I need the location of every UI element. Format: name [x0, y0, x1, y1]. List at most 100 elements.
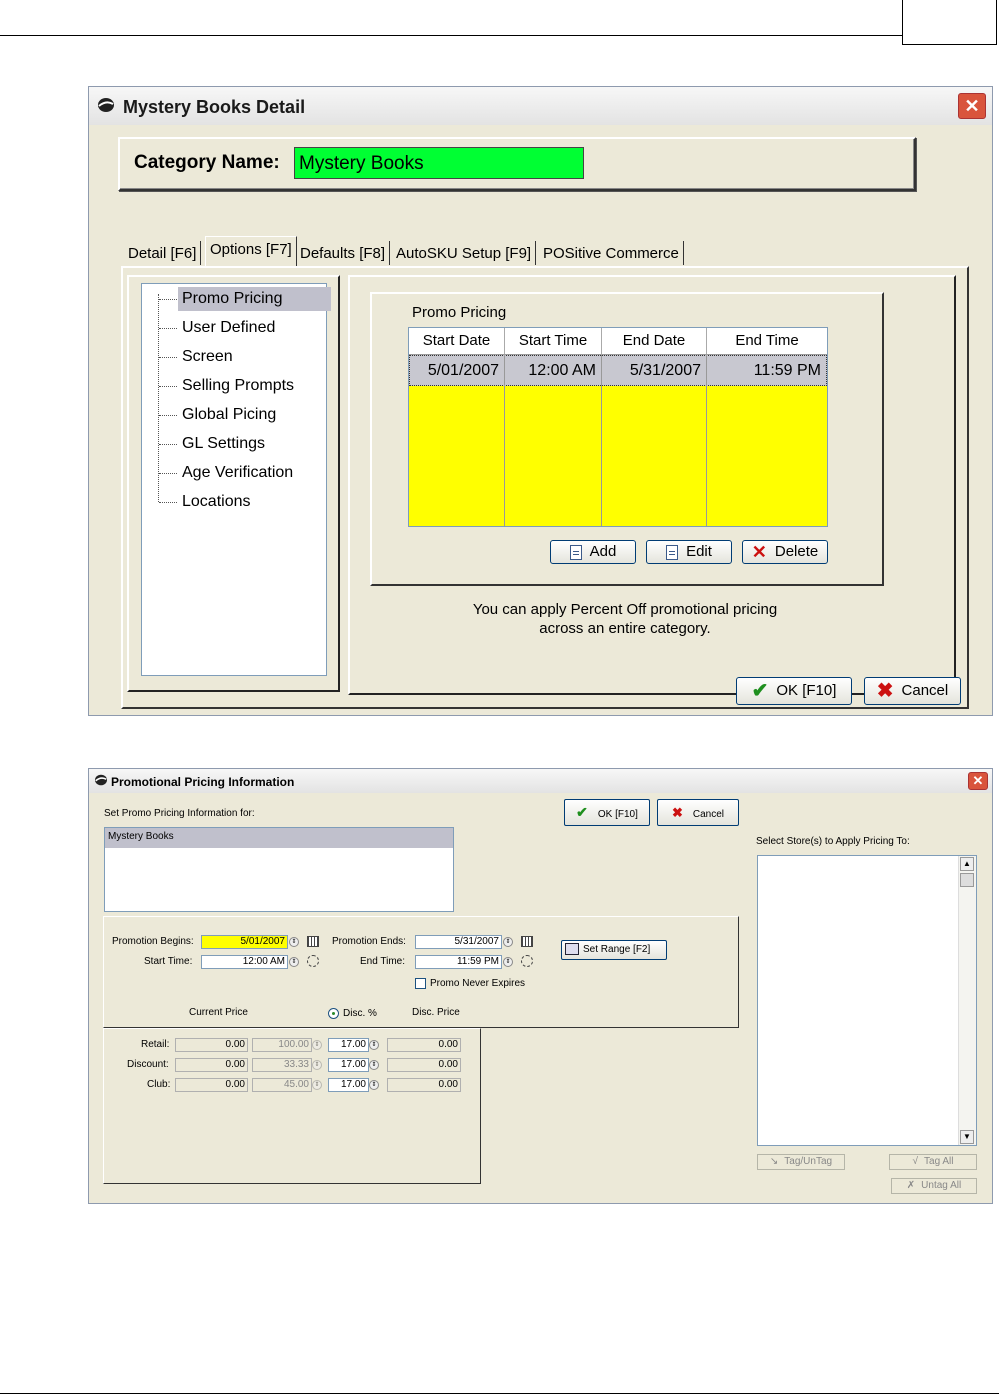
tree-branch — [159, 415, 177, 416]
list-item[interactable]: Mystery Books — [105, 828, 453, 848]
spinner-icon[interactable]: ⇕ — [503, 957, 513, 967]
tab-defaults[interactable]: Defaults [F8] — [296, 241, 391, 265]
scroll-thumb[interactable] — [960, 873, 974, 887]
column-header-end-time[interactable]: End Time — [707, 328, 827, 355]
clock-icon[interactable] — [307, 955, 319, 967]
tree-connector — [158, 294, 159, 502]
checkmark-icon: ✔ — [751, 680, 769, 703]
column-header-end-date[interactable]: End Date — [602, 328, 707, 355]
close-button[interactable]: ✕ — [968, 772, 988, 790]
set-for-label: Set Promo Pricing Information for: — [104, 808, 255, 819]
end-time-field[interactable]: 11:59 PM — [415, 955, 502, 969]
promo-pricing-grid[interactable]: Start Date Start Time End Date End Time … — [408, 327, 828, 527]
spinner-icon[interactable]: ⇕ — [369, 1080, 379, 1090]
spinner-icon: ⇕ — [312, 1060, 322, 1070]
checkmark-icon: ✔ — [576, 804, 588, 820]
club-disc-percent[interactable]: 17.00 — [328, 1078, 369, 1092]
discount-disc-price: 0.00 — [387, 1058, 461, 1072]
scroll-up-icon[interactable]: ▲ — [960, 857, 974, 871]
mystery-books-detail-window: Mystery Books Detail ✕ Category Name: My… — [88, 86, 993, 716]
disc-percent-radio[interactable] — [328, 1008, 339, 1019]
cursor-icon: ↘ — [769, 1156, 779, 1167]
promo-pricing-group: Promo Pricing Start Date Start Time End … — [370, 292, 884, 586]
start-time-field[interactable]: 12:00 AM — [201, 955, 288, 969]
tree-item-age-verification[interactable]: Age Verification — [182, 461, 293, 485]
tab-options[interactable]: Options [F7] — [205, 236, 297, 266]
ok-button[interactable]: ✔ OK [F10] — [564, 799, 650, 826]
tree-branch — [159, 299, 177, 300]
spinner-icon[interactable]: ⇕ — [289, 937, 299, 947]
tree-branch — [159, 328, 177, 329]
edit-button[interactable]: Edit — [646, 540, 732, 564]
app-logo-icon — [95, 774, 107, 786]
cancel-x-icon: ✖ — [876, 680, 894, 703]
column-header-start-time[interactable]: Start Time — [505, 328, 602, 355]
ok-button[interactable]: ✔ OK [F10] — [736, 677, 852, 705]
discount-current-price: 0.00 — [175, 1058, 248, 1072]
title-bar[interactable]: Promotional Pricing Information ✕ — [89, 769, 992, 793]
untag-all-button[interactable]: ✗ Untag All — [891, 1178, 977, 1194]
cancel-button-label: Cancel — [692, 809, 725, 820]
discount-disc-percent[interactable]: 17.00 — [328, 1058, 369, 1072]
tag-untag-button[interactable]: ↘ Tag/UnTag — [757, 1154, 845, 1170]
help-text-line-1: You can apply Percent Off promotional pr… — [472, 601, 778, 618]
retail-percent-disabled: 100.00 — [252, 1038, 312, 1052]
spinner-icon[interactable]: ⇕ — [369, 1060, 379, 1070]
tree-branch — [159, 473, 177, 474]
tab-detail[interactable]: Detail [F6] — [124, 241, 202, 265]
tag-untag-label: Tag/UnTag — [784, 1156, 833, 1167]
stores-list[interactable]: ▲ ▼ — [757, 855, 977, 1146]
tree-item-global-pricing[interactable]: Global Picing — [182, 403, 276, 427]
tab-autosku-setup[interactable]: AutoSKU Setup [F9] — [392, 241, 537, 265]
tag-all-button[interactable]: √ Tag All — [889, 1154, 977, 1170]
retail-disc-percent[interactable]: 17.00 — [328, 1038, 369, 1052]
spinner-icon[interactable]: ⇕ — [369, 1040, 379, 1050]
calendar-icon[interactable] — [521, 936, 533, 947]
add-button-label: Add — [589, 543, 617, 560]
category-list[interactable]: Mystery Books — [104, 827, 454, 912]
promotion-ends-label: Promotion Ends: — [332, 936, 406, 947]
help-text-line-2: across an entire category. — [539, 620, 711, 637]
window-title: Mystery Books Detail — [123, 97, 306, 117]
page-header-rule — [0, 35, 904, 36]
tree-item-gl-settings[interactable]: GL Settings — [182, 432, 265, 456]
edit-button-label: Edit — [686, 543, 712, 560]
clock-icon[interactable] — [521, 955, 533, 967]
title-bar[interactable]: Mystery Books Detail ✕ — [89, 87, 992, 125]
scroll-down-icon[interactable]: ▼ — [960, 1130, 974, 1144]
cancel-button[interactable]: ✖ Cancel — [864, 677, 961, 705]
help-text: You can apply Percent Off promotional pr… — [370, 600, 880, 638]
tree-item-selling-prompts[interactable]: Selling Prompts — [182, 374, 294, 398]
column-header-start-date[interactable]: Start Date — [409, 328, 505, 355]
spinner-icon[interactable]: ⇕ — [289, 957, 299, 967]
category-name-frame: Category Name: Mystery Books — [118, 137, 916, 191]
close-button[interactable]: ✕ — [958, 93, 986, 119]
never-expires-label: Promo Never Expires — [430, 978, 526, 989]
set-range-button[interactable]: Set Range [F2] — [561, 940, 667, 960]
calendar-icon[interactable] — [307, 936, 319, 947]
detail-panel: Category Name: Mystery Books Detail [F6]… — [96, 125, 985, 709]
tree-item-promo-pricing[interactable]: Promo Pricing — [178, 287, 331, 311]
tree-branch — [159, 502, 177, 503]
tree-item-user-defined[interactable]: User Defined — [182, 316, 275, 340]
tree-item-screen[interactable]: Screen — [182, 345, 233, 369]
promotion-ends-field[interactable]: 5/31/2007 — [415, 935, 502, 949]
category-name-field[interactable]: Mystery Books — [294, 147, 584, 179]
tag-all-label: Tag All — [924, 1156, 954, 1167]
row-label: Discount: — [127, 1059, 169, 1070]
club-percent-disabled: 45.00 — [252, 1078, 312, 1092]
spinner-icon: ⇕ — [312, 1080, 322, 1090]
tree-item-locations[interactable]: Locations — [182, 490, 251, 514]
tab-positive-commerce[interactable]: POSitive Commerce — [539, 241, 684, 265]
scrollbar[interactable]: ▲ ▼ — [958, 856, 976, 1145]
delete-button[interactable]: ✕ Delete — [742, 540, 828, 564]
promotion-begins-field[interactable]: 5/01/2007 — [201, 935, 288, 949]
spinner-icon: ⇕ — [312, 1040, 322, 1050]
never-expires-checkbox[interactable] — [415, 978, 426, 989]
tree-branch — [159, 444, 177, 445]
cancel-button[interactable]: ✖ Cancel — [657, 799, 739, 826]
options-tab-body: Promo Pricing User Defined Screen Sellin… — [121, 266, 969, 709]
add-button[interactable]: Add — [550, 540, 636, 564]
spinner-icon[interactable]: ⇕ — [503, 937, 513, 947]
tree-branch — [159, 386, 177, 387]
